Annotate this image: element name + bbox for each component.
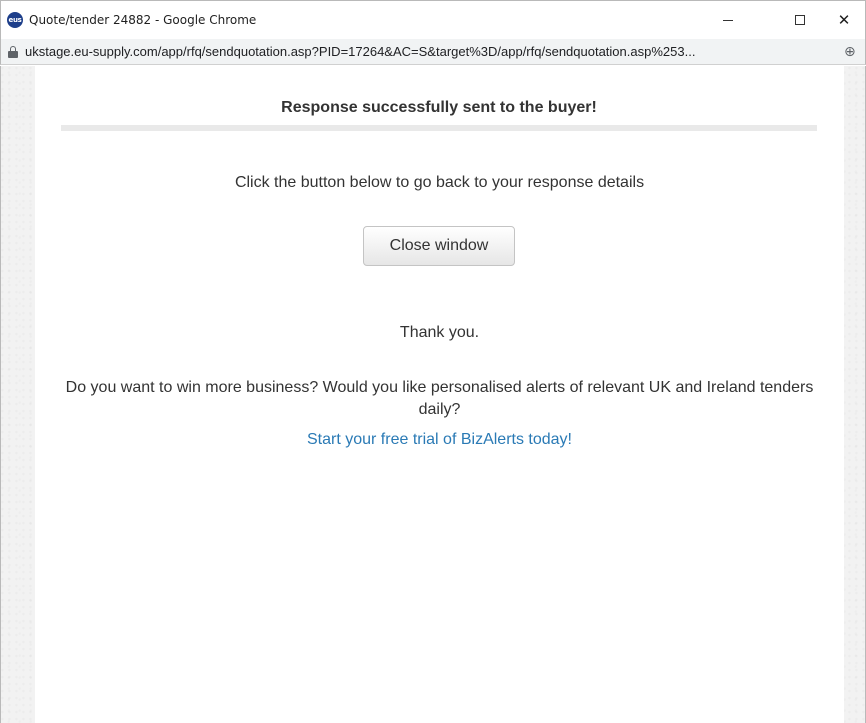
close-icon: ✕ bbox=[837, 10, 851, 29]
content-panel: Response successfully sent to the buyer!… bbox=[35, 66, 844, 723]
site-favicon-icon: eus bbox=[7, 12, 23, 28]
url-field[interactable]: ukstage.eu-supply.com/app/rfq/sendquotat… bbox=[25, 44, 837, 59]
bizalerts-trial-link[interactable]: Start your free trial of BizAlerts today… bbox=[307, 431, 572, 448]
maximize-button[interactable] bbox=[777, 1, 823, 39]
page-title: Response successfully sent to the buyer! bbox=[281, 99, 597, 116]
zoom-icon[interactable]: ⊕ bbox=[844, 44, 856, 60]
thank-you-text: Thank you. bbox=[399, 324, 480, 341]
promo-link-container: Start your free trial of BizAlerts today… bbox=[35, 431, 844, 449]
window-titlebar: eus Quote/tender 24882 - Google Chrome ✕ bbox=[0, 0, 866, 39]
promo-text: Do you want to win more business? Would … bbox=[65, 379, 814, 418]
minimize-icon bbox=[723, 19, 733, 21]
close-window-button[interactable]: ✕ bbox=[821, 1, 866, 39]
minimize-button[interactable] bbox=[705, 1, 751, 39]
window-title: Quote/tender 24882 - Google Chrome bbox=[29, 13, 257, 27]
address-bar: ukstage.eu-supply.com/app/rfq/sendquotat… bbox=[0, 39, 866, 65]
lock-icon[interactable] bbox=[8, 46, 18, 58]
maximize-icon bbox=[795, 15, 805, 25]
divider bbox=[61, 125, 817, 131]
close-window-page-button[interactable]: Close window bbox=[363, 226, 515, 266]
instruction-text: Click the button below to go back to you… bbox=[234, 174, 645, 191]
